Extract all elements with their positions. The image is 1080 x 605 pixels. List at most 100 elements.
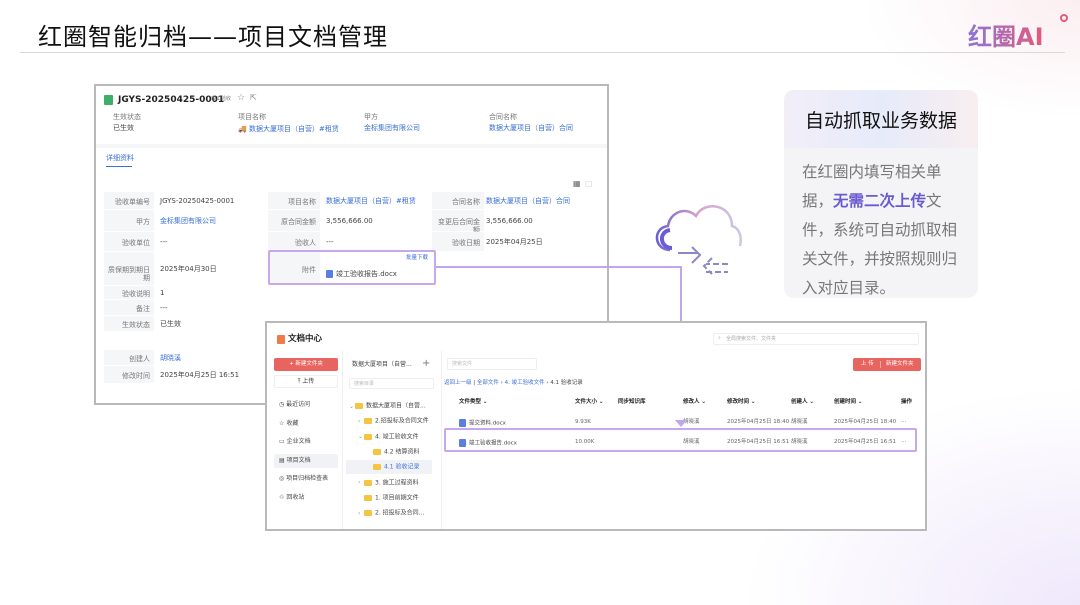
tree-item[interactable]: ⌄ 数据大厦项目（自营... [349,403,426,410]
summary-label: 项目名称 [238,113,266,121]
document-center-window: 文档中心 ⌕ 全局搜索文件、文件夹 + 新建文件夹 ⤒ 上传 ◷ 最近访问 ☆ 收… [265,321,927,531]
field-label: 甲方 [136,217,150,226]
external-link-icon[interactable]: ⇱ [250,94,257,102]
tree-label: 4.1 验收记录 [384,463,420,471]
tree-label: 数据大厦项目（自营... [366,402,426,410]
directory-search-input[interactable]: 搜索目录 [349,378,434,389]
field-value: 2025年04月25日 [486,237,543,246]
field-value[interactable]: 数据大厦项目（自营）合同 [486,197,570,205]
logo-dot [1060,14,1068,22]
callout-heading: 自动抓取业务数据 [784,90,978,148]
column-header[interactable]: 操作 [901,399,912,406]
summary-label: 甲方 [364,113,378,121]
new-folder-button[interactable]: 新建文件夹 [886,361,914,368]
nav-label: 最近访问 [286,401,311,408]
tree-item[interactable]: › 2. 招投标及合同... [358,510,424,517]
breadcrumb-back[interactable]: 返回上一级 [444,380,472,386]
file-search-placeholder: 搜索文件 [452,361,473,367]
nav-icon: ▤ [279,456,285,464]
column-header[interactable]: 修改时间 ⌄ [727,399,756,406]
upload-button[interactable]: 上 传 [861,361,874,368]
tree-item[interactable]: 4.1 验收记录 [367,464,419,471]
attachment-highlight [268,250,436,285]
nav-item-4[interactable]: ◎ 项目归档检查表 [279,476,328,482]
folder-icon [373,448,381,455]
summary-link[interactable]: 金标集团有限公司 [364,125,420,132]
nav-icon: ☆ [279,419,285,427]
nav-item-1[interactable]: ☆ 收藏 [279,419,298,427]
tree-item[interactable]: › 2.招投标及合同文件 [358,418,429,425]
star-icon[interactable]: ☆ [237,94,245,103]
folder-icon [364,479,372,486]
column-header[interactable]: 文件大小 ⌄ [575,399,604,406]
nav-item-3[interactable]: ▤ 项目文档 [279,456,311,464]
field-label: 合同名称 [452,197,480,206]
tree-label: 1. 项目前期文件 [375,494,419,502]
file-name-text: 提交资料.docx [469,420,506,427]
global-search-placeholder: 全局搜索文件、文件夹 [726,336,777,342]
nav-label: 项目文档 [286,456,311,464]
column-header[interactable]: 创建人 ⌄ [791,399,814,406]
tree-item[interactable]: ⌄ 4. 竣工验收文件 [358,433,419,441]
file-name[interactable]: 提交资料.docx [459,419,506,427]
field-value: 3,556,666.00 [486,216,533,225]
nav-item-5[interactable]: ♲ 回收站 [279,494,304,501]
upload-label: 上传 [302,378,315,385]
field-label: 质保期到期日期 [108,265,150,282]
tree-item[interactable]: 4.2 结算资料 [367,448,419,456]
doc-center-icon [277,335,285,344]
doc-center-title: 文档中心 [288,334,323,344]
breadcrumb-item[interactable]: 4. 竣工验收文件 [505,380,545,386]
breadcrumb-all[interactable]: 全部文件 [477,380,499,386]
nav-item-0[interactable]: ◷ 最近访问 [279,402,310,408]
field-label: 创建人 [129,354,150,363]
nav-icon: ▭ [279,438,285,445]
column-header[interactable]: 文件类型 ⌄ [459,399,488,406]
column-header[interactable]: 修改人 ⌄ [683,399,706,406]
grid-view-icon[interactable]: ▦ [573,180,581,188]
table-cell: 2025年04月25日 18:40 [834,419,897,425]
divider [96,144,607,148]
upload-button[interactable]: ⤒ 上传 [274,375,338,388]
divider [880,361,881,368]
field-value[interactable]: 胡晓溪 [160,354,181,362]
field-value: 2025年04月25日 16:51 [160,370,240,379]
logo: 红圈AI [968,17,1044,52]
add-icon[interactable]: + [422,359,430,369]
new-folder-button[interactable]: + 新建文件夹 [274,358,338,371]
tree-item[interactable]: › 3. 施工过程资料 [358,479,419,487]
field-value[interactable]: 数据大厦项目（自营）#租赁 [326,197,416,205]
project-selector[interactable]: 数据大厦项目（自营... [352,362,412,368]
folder-icon [364,418,372,425]
directory-search-placeholder: 搜索目录 [354,381,375,387]
field-value[interactable]: 金标集团有限公司 [160,217,216,225]
more-actions-button[interactable]: ··· [901,419,906,426]
callout-text: 在红圈内填写相关单据，无需二次上传文件，系统可自动抓取相关文件，并按照规则归入对… [784,148,978,298]
breadcrumb-current: 4.1 验收记录 [550,380,583,386]
connector-line [436,266,682,268]
callout-highlight: 无需二次上传 [833,192,927,210]
folder-icon [364,433,372,440]
tree-item[interactable]: 1. 项目前期文件 [358,494,419,502]
record-tag: 竣工验收 [211,96,232,102]
file-search-input[interactable]: 搜索文件 [447,358,537,370]
field-value: --- [160,237,168,246]
column-header[interactable]: 创建时间 ⌄ [834,399,863,406]
summary-link[interactable]: 🚚 数据大厦项目（自营）#租赁 [238,126,339,133]
field-label: 备注 [136,304,150,313]
list-view-icon[interactable]: ▢ [585,180,593,188]
nav-item-2[interactable]: ▭ 企业文档 [279,439,311,445]
global-search-input[interactable]: ⌕ 全局搜索文件、文件夹 [713,333,919,345]
summary-link[interactable]: 数据大厦项目（自营）合同 [489,125,573,132]
field-label: 项目名称 [288,197,316,206]
field-label: 验收单位 [122,238,150,247]
nav-label: 项目归档检查表 [286,475,329,482]
nav-label: 企业文档 [286,438,311,445]
callout-card: 自动抓取业务数据 在红圈内填写相关单据，无需二次上传文件，系统可自动抓取相关文件… [784,90,978,298]
action-buttons: 上 传 新建文件夹 [853,358,921,371]
column-header[interactable]: 同步知识库 [618,399,646,406]
tab-details[interactable]: 详细资料 [106,155,134,162]
tree-label: 4. 竣工验收文件 [375,433,419,441]
field-value: 1 [160,288,165,297]
connector-arrow-icon [675,420,687,427]
